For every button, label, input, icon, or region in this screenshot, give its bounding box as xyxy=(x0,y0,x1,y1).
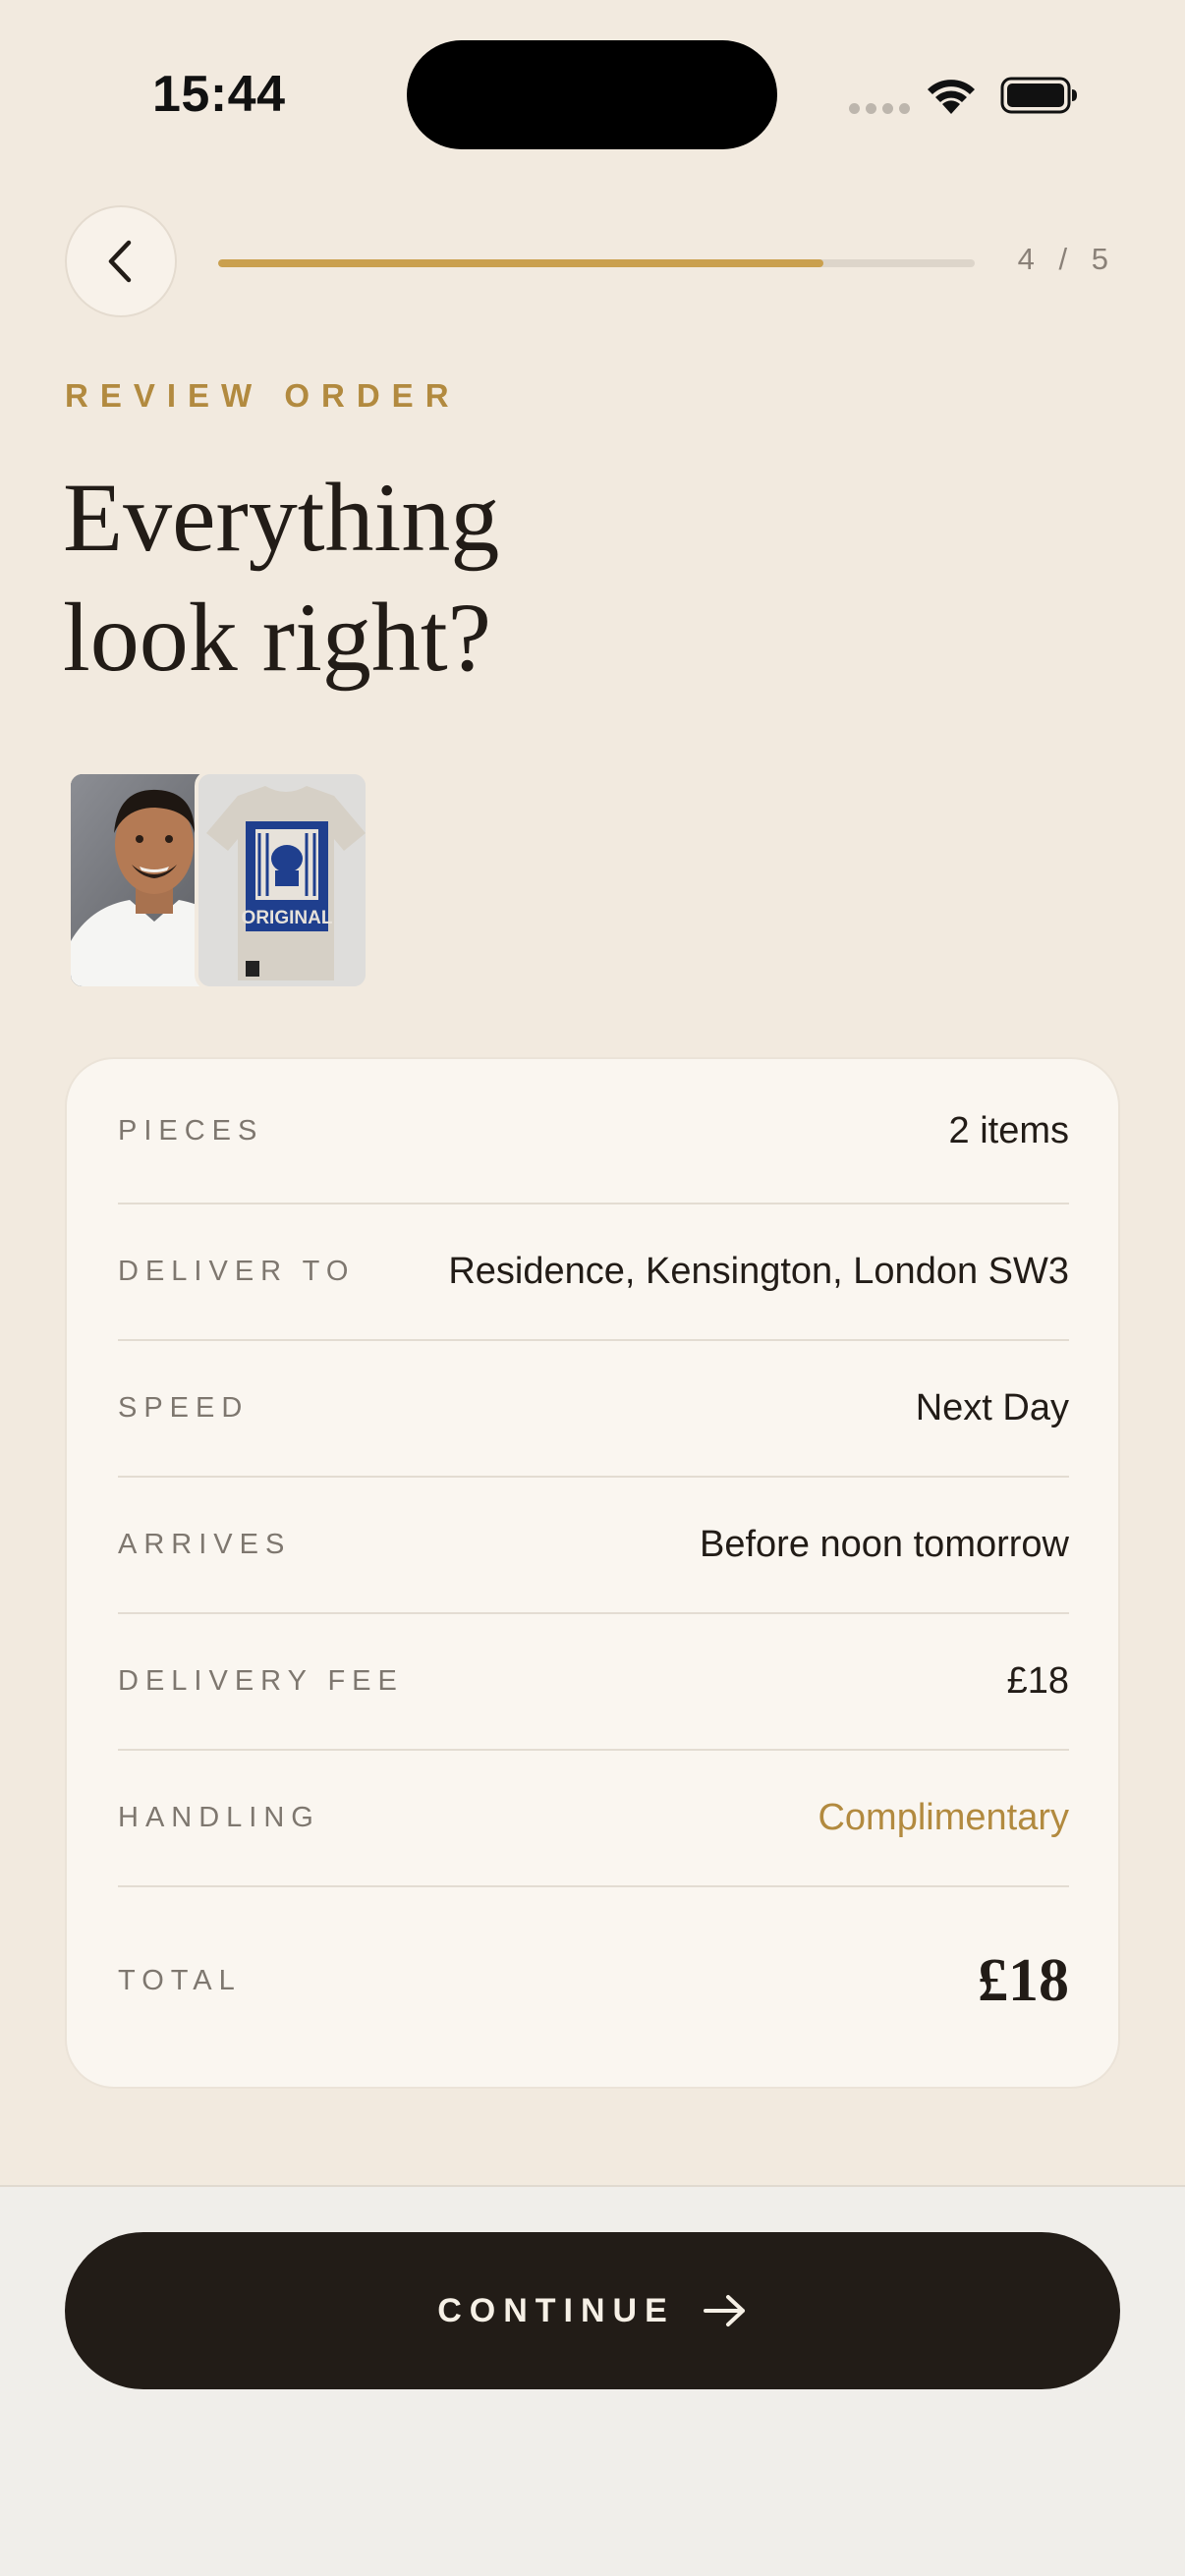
chevron-left-icon xyxy=(108,240,132,283)
back-button[interactable] xyxy=(65,205,177,317)
arrow-right-icon xyxy=(703,2295,745,2326)
status-time: 15:44 xyxy=(152,66,286,123)
page-title-line-2: look right? xyxy=(63,583,492,692)
row-label: TOTAL xyxy=(118,1964,242,1996)
row-value: 2 items xyxy=(948,1109,1069,1151)
page-title: Everything look right? xyxy=(63,458,751,698)
row-value: Before noon tomorrow xyxy=(700,1524,1069,1565)
row-value: £18 xyxy=(1006,1660,1069,1702)
row-label: PIECES xyxy=(118,1114,264,1147)
summary-row-total: TOTAL £18 xyxy=(118,1887,1069,2074)
wifi-icon xyxy=(928,80,975,114)
step-counter: 4 / 5 xyxy=(1017,242,1114,276)
continue-button[interactable]: CONTINUE xyxy=(65,2232,1120,2389)
row-value: Next Day xyxy=(915,1387,1069,1428)
summary-row-deliver-to[interactable]: DELIVER TO Residence, Kensington, London… xyxy=(118,1204,1069,1341)
row-label: DELIVERY FEE xyxy=(118,1665,404,1697)
summary-row-handling: HANDLING Complimentary xyxy=(118,1751,1069,1887)
cellular-signal-icon xyxy=(849,103,910,114)
row-value: Complimentary xyxy=(818,1797,1069,1838)
dynamic-island xyxy=(407,40,777,149)
row-label: SPEED xyxy=(118,1392,250,1424)
progress-bar xyxy=(218,259,975,267)
summary-row-delivery-fee: DELIVERY FEE £18 xyxy=(118,1614,1069,1751)
total-value: £18 xyxy=(978,1946,1069,2014)
tshirt-print-text: ORIGINAL xyxy=(242,908,333,928)
summary-row-pieces: PIECES 2 items xyxy=(118,1059,1069,1204)
continue-label: CONTINUE xyxy=(437,2291,675,2329)
status-bar: 15:44 xyxy=(0,0,1185,187)
page-title-line-1: Everything xyxy=(63,463,500,572)
section-eyebrow: REVIEW ORDER xyxy=(65,377,461,414)
summary-row-arrives: ARRIVES Before noon tomorrow xyxy=(118,1478,1069,1614)
progress-fill xyxy=(218,259,823,267)
summary-row-speed[interactable]: SPEED Next Day xyxy=(118,1341,1069,1478)
row-label: DELIVER TO xyxy=(118,1256,356,1287)
row-label: ARRIVES xyxy=(118,1529,292,1560)
order-summary-card: PIECES 2 items DELIVER TO Residence, Ken… xyxy=(65,1057,1120,2089)
row-value: Residence, Kensington, London SW3 xyxy=(448,1251,1069,1292)
battery-icon xyxy=(1000,77,1077,114)
tshirt-photo-icon: ORIGINAL xyxy=(198,774,366,986)
row-label: HANDLING xyxy=(118,1802,320,1833)
footer-bar: CONTINUE xyxy=(0,2185,1185,2576)
item-thumbnail-tshirt[interactable]: ORIGINAL xyxy=(195,770,369,990)
